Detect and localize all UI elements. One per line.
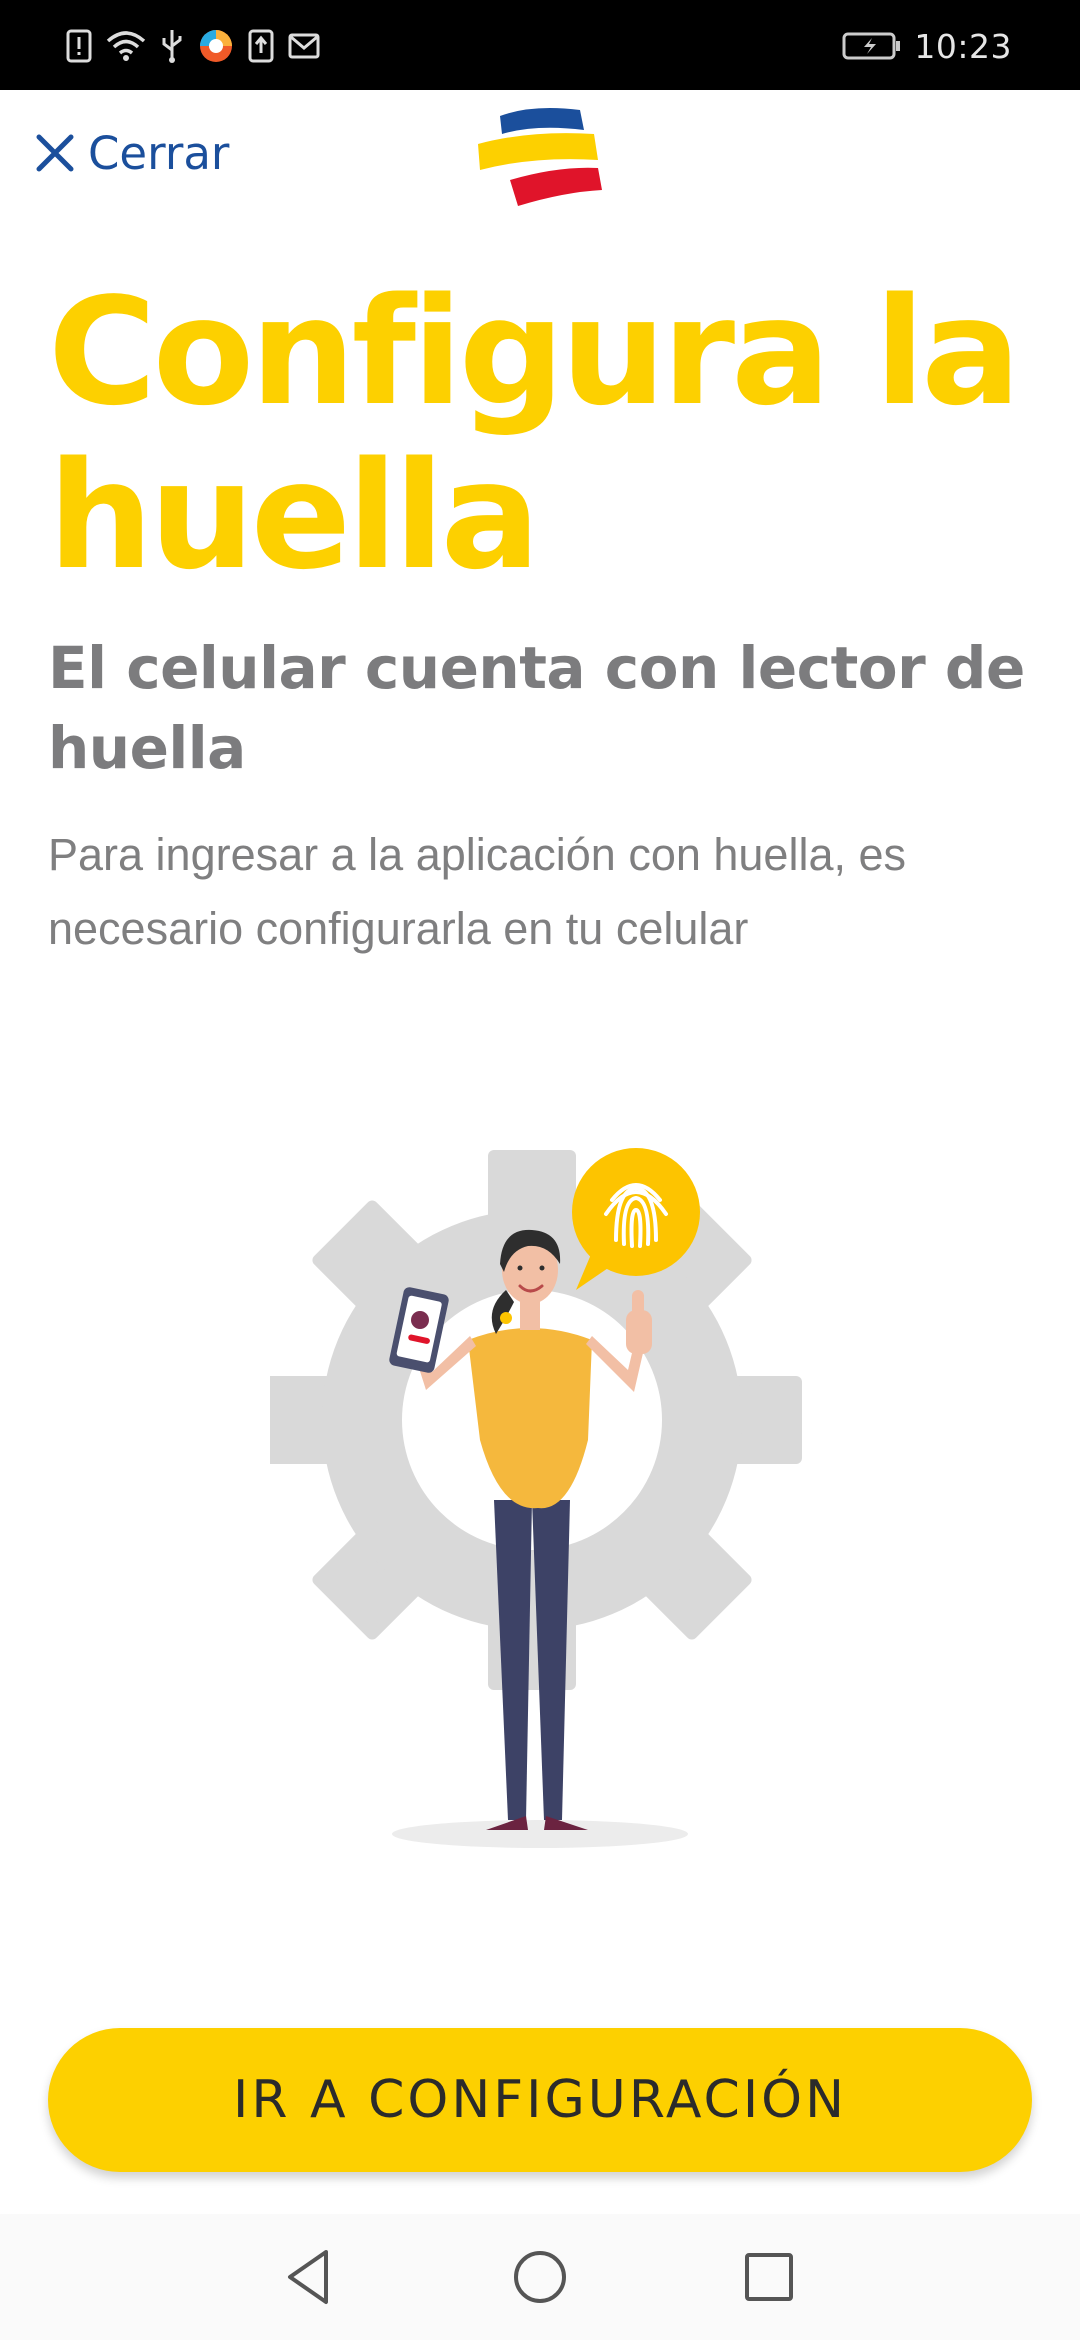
go-to-settings-button[interactable]: IR A CONFIGURACIÓN	[48, 2028, 1032, 2172]
back-icon[interactable]	[276, 2244, 342, 2310]
home-icon[interactable]	[507, 2244, 573, 2310]
status-right: 10:23	[842, 25, 1012, 67]
browser-icon	[200, 30, 232, 62]
close-button[interactable]: Cerrar	[34, 122, 229, 184]
gmail-icon	[288, 33, 320, 59]
status-bar: 10:23	[0, 0, 1080, 90]
go-to-settings-label: IR A CONFIGURACIÓN	[233, 2070, 847, 2130]
page-subtitle: El celular cuenta con lector de huella	[48, 634, 1025, 782]
system-nav-bar	[0, 2214, 1080, 2340]
woman-with-phone-fingerprint-illustration	[270, 1148, 802, 1848]
page-description: Para ingresar a la aplicación con huella…	[48, 829, 907, 954]
sim-alert-icon	[66, 29, 92, 63]
recents-icon[interactable]	[736, 2244, 802, 2310]
usb-icon	[162, 30, 182, 63]
status-icons	[66, 25, 320, 67]
upload-icon	[248, 29, 274, 63]
close-icon	[36, 134, 74, 172]
wifi-icon	[106, 31, 146, 61]
battery-charging-icon	[842, 32, 901, 60]
header: Cerrar	[0, 90, 1080, 220]
status-time: 10:23	[914, 26, 1012, 66]
page-title: Configura la huella	[48, 266, 1021, 602]
bank-logo	[478, 108, 602, 206]
close-label: Cerrar	[88, 126, 230, 180]
